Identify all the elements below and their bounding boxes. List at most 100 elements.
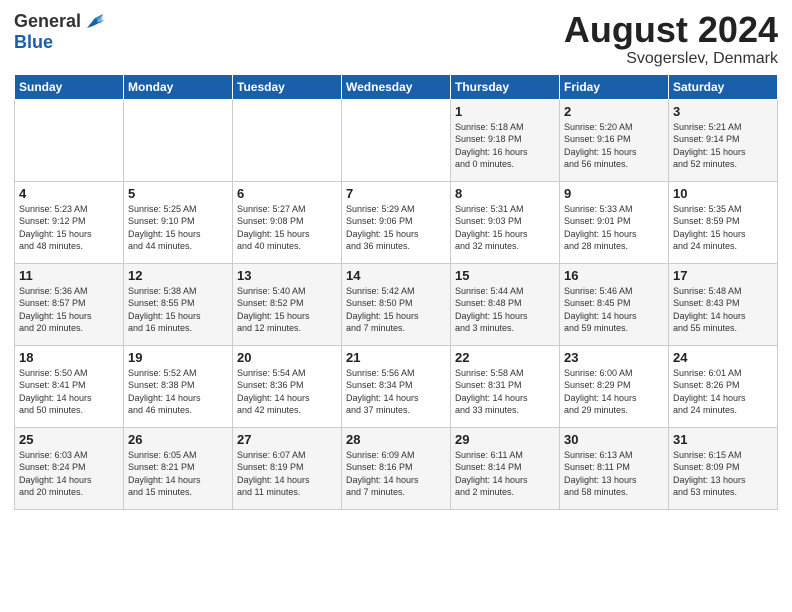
day-info: Sunrise: 5:46 AM Sunset: 8:45 PM Dayligh… [564, 285, 664, 335]
weekday-header-wednesday: Wednesday [342, 74, 451, 99]
weekday-header-monday: Monday [124, 74, 233, 99]
day-info: Sunrise: 5:29 AM Sunset: 9:06 PM Dayligh… [346, 203, 446, 253]
day-number: 15 [455, 268, 555, 283]
calendar-cell: 15 Sunrise: 5:44 AM Sunset: 8:48 PM Dayli… [451, 263, 560, 345]
day-number: 21 [346, 350, 446, 365]
calendar-cell: 22 Sunrise: 5:58 AM Sunset: 8:31 PM Dayli… [451, 345, 560, 427]
day-info: Sunrise: 5:58 AM Sunset: 8:31 PM Dayligh… [455, 367, 555, 417]
day-number: 8 [455, 186, 555, 201]
calendar-cell [342, 99, 451, 181]
weekday-header-row: SundayMondayTuesdayWednesdayThursdayFrid… [15, 74, 778, 99]
calendar-week-row: 11 Sunrise: 5:36 AM Sunset: 8:57 PM Dayli… [15, 263, 778, 345]
day-info: Sunrise: 6:13 AM Sunset: 8:11 PM Dayligh… [564, 449, 664, 499]
day-info: Sunrise: 5:23 AM Sunset: 9:12 PM Dayligh… [19, 203, 119, 253]
day-number: 2 [564, 104, 664, 119]
logo-bird-icon [83, 10, 105, 32]
calendar-cell: 16 Sunrise: 5:46 AM Sunset: 8:45 PM Dayli… [560, 263, 669, 345]
day-number: 10 [673, 186, 773, 201]
weekday-header-sunday: Sunday [15, 74, 124, 99]
calendar-cell: 31 Sunrise: 6:15 AM Sunset: 8:09 PM Dayli… [669, 427, 778, 509]
day-info: Sunrise: 6:11 AM Sunset: 8:14 PM Dayligh… [455, 449, 555, 499]
day-info: Sunrise: 5:42 AM Sunset: 8:50 PM Dayligh… [346, 285, 446, 335]
weekday-header-saturday: Saturday [669, 74, 778, 99]
day-number: 13 [237, 268, 337, 283]
day-info: Sunrise: 5:27 AM Sunset: 9:08 PM Dayligh… [237, 203, 337, 253]
calendar-cell: 11 Sunrise: 5:36 AM Sunset: 8:57 PM Dayli… [15, 263, 124, 345]
calendar-cell: 8Sunrise: 5:31 AM Sunset: 9:03 PM Daylig… [451, 181, 560, 263]
calendar-cell: 1 Sunrise: 5:18 AM Sunset: 9:18 PM Daylig… [451, 99, 560, 181]
calendar-cell: 7 Sunrise: 5:29 AM Sunset: 9:06 PM Daylig… [342, 181, 451, 263]
day-info: Sunrise: 5:50 AM Sunset: 8:41 PM Dayligh… [19, 367, 119, 417]
calendar-cell: 30Sunrise: 6:13 AM Sunset: 8:11 PM Dayli… [560, 427, 669, 509]
calendar-cell: 3 Sunrise: 5:21 AM Sunset: 9:14 PM Daylig… [669, 99, 778, 181]
calendar-cell: 18Sunrise: 5:50 AM Sunset: 8:41 PM Dayli… [15, 345, 124, 427]
calendar-table: SundayMondayTuesdayWednesdayThursdayFrid… [14, 74, 778, 510]
calendar-cell [233, 99, 342, 181]
day-info: Sunrise: 6:00 AM Sunset: 8:29 PM Dayligh… [564, 367, 664, 417]
day-number: 6 [237, 186, 337, 201]
calendar-cell [15, 99, 124, 181]
day-number: 17 [673, 268, 773, 283]
day-info: Sunrise: 6:07 AM Sunset: 8:19 PM Dayligh… [237, 449, 337, 499]
weekday-header-thursday: Thursday [451, 74, 560, 99]
day-info: Sunrise: 5:25 AM Sunset: 9:10 PM Dayligh… [128, 203, 228, 253]
day-info: Sunrise: 5:21 AM Sunset: 9:14 PM Dayligh… [673, 121, 773, 171]
month-year-title: August 2024 [564, 10, 778, 50]
day-number: 20 [237, 350, 337, 365]
calendar-cell: 9Sunrise: 5:33 AM Sunset: 9:01 PM Daylig… [560, 181, 669, 263]
header: General Blue August 2024 Svogerslev, Den… [14, 10, 778, 68]
day-number: 28 [346, 432, 446, 447]
day-info: Sunrise: 6:05 AM Sunset: 8:21 PM Dayligh… [128, 449, 228, 499]
page-container: General Blue August 2024 Svogerslev, Den… [0, 0, 792, 518]
weekday-header-tuesday: Tuesday [233, 74, 342, 99]
calendar-cell: 13 Sunrise: 5:40 AM Sunset: 8:52 PM Dayli… [233, 263, 342, 345]
day-info: Sunrise: 5:40 AM Sunset: 8:52 PM Dayligh… [237, 285, 337, 335]
day-number: 24 [673, 350, 773, 365]
day-number: 31 [673, 432, 773, 447]
logo-blue-text: Blue [14, 32, 53, 53]
day-info: Sunrise: 6:01 AM Sunset: 8:26 PM Dayligh… [673, 367, 773, 417]
calendar-cell: 23 Sunrise: 6:00 AM Sunset: 8:29 PM Dayli… [560, 345, 669, 427]
day-info: Sunrise: 5:38 AM Sunset: 8:55 PM Dayligh… [128, 285, 228, 335]
calendar-week-row: 1 Sunrise: 5:18 AM Sunset: 9:18 PM Daylig… [15, 99, 778, 181]
calendar-cell: 14 Sunrise: 5:42 AM Sunset: 8:50 PM Dayli… [342, 263, 451, 345]
day-number: 14 [346, 268, 446, 283]
day-number: 4 [19, 186, 119, 201]
day-number: 29 [455, 432, 555, 447]
day-number: 1 [455, 104, 555, 119]
calendar-week-row: 18Sunrise: 5:50 AM Sunset: 8:41 PM Dayli… [15, 345, 778, 427]
day-number: 3 [673, 104, 773, 119]
calendar-cell: 4 Sunrise: 5:23 AM Sunset: 9:12 PM Daylig… [15, 181, 124, 263]
day-number: 19 [128, 350, 228, 365]
day-info: Sunrise: 5:36 AM Sunset: 8:57 PM Dayligh… [19, 285, 119, 335]
calendar-cell: 17Sunrise: 5:48 AM Sunset: 8:43 PM Dayli… [669, 263, 778, 345]
calendar-cell: 29 Sunrise: 6:11 AM Sunset: 8:14 PM Dayli… [451, 427, 560, 509]
title-block: August 2024 Svogerslev, Denmark [564, 10, 778, 68]
location-text: Svogerslev, Denmark [564, 50, 778, 68]
day-number: 16 [564, 268, 664, 283]
day-info: Sunrise: 5:54 AM Sunset: 8:36 PM Dayligh… [237, 367, 337, 417]
day-number: 27 [237, 432, 337, 447]
day-number: 12 [128, 268, 228, 283]
calendar-cell: 24 Sunrise: 6:01 AM Sunset: 8:26 PM Dayli… [669, 345, 778, 427]
day-info: Sunrise: 6:15 AM Sunset: 8:09 PM Dayligh… [673, 449, 773, 499]
day-info: Sunrise: 5:18 AM Sunset: 9:18 PM Dayligh… [455, 121, 555, 171]
calendar-cell: 5 Sunrise: 5:25 AM Sunset: 9:10 PM Daylig… [124, 181, 233, 263]
day-number: 5 [128, 186, 228, 201]
day-number: 7 [346, 186, 446, 201]
logo: General Blue [14, 10, 105, 53]
day-number: 11 [19, 268, 119, 283]
calendar-cell: 6 Sunrise: 5:27 AM Sunset: 9:08 PM Daylig… [233, 181, 342, 263]
day-number: 23 [564, 350, 664, 365]
day-info: Sunrise: 5:52 AM Sunset: 8:38 PM Dayligh… [128, 367, 228, 417]
calendar-cell [124, 99, 233, 181]
day-number: 9 [564, 186, 664, 201]
day-info: Sunrise: 5:44 AM Sunset: 8:48 PM Dayligh… [455, 285, 555, 335]
calendar-cell: 28Sunrise: 6:09 AM Sunset: 8:16 PM Dayli… [342, 427, 451, 509]
calendar-cell: 19 Sunrise: 5:52 AM Sunset: 8:38 PM Dayli… [124, 345, 233, 427]
day-number: 22 [455, 350, 555, 365]
calendar-cell: 12 Sunrise: 5:38 AM Sunset: 8:55 PM Dayli… [124, 263, 233, 345]
calendar-cell: 26Sunrise: 6:05 AM Sunset: 8:21 PM Dayli… [124, 427, 233, 509]
day-info: Sunrise: 6:03 AM Sunset: 8:24 PM Dayligh… [19, 449, 119, 499]
calendar-cell: 21Sunrise: 5:56 AM Sunset: 8:34 PM Dayli… [342, 345, 451, 427]
